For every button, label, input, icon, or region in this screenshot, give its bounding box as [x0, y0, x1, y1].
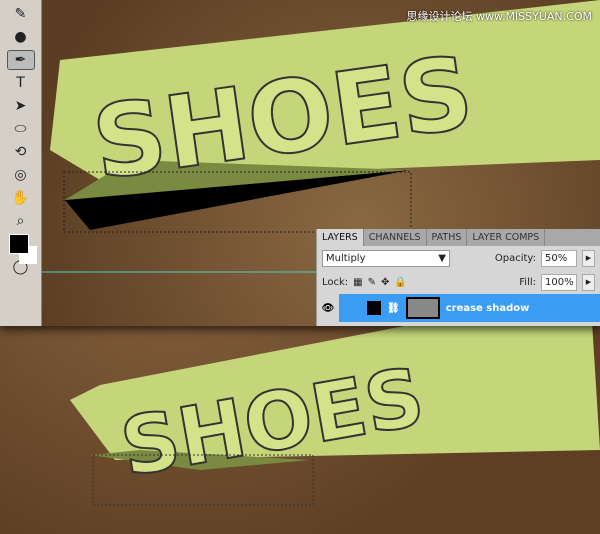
- type-tool-icon[interactable]: T: [7, 73, 35, 93]
- pen-tool-icon[interactable]: ✒: [6, 50, 35, 70]
- 3d-orbit-icon[interactable]: ◎: [7, 165, 35, 185]
- brush-tool-icon[interactable]: ✎: [7, 4, 35, 24]
- fill-slider-button[interactable]: ▶: [582, 273, 595, 291]
- lock-position-icon[interactable]: ✥: [381, 277, 389, 288]
- link-icon[interactable]: ⛓: [387, 303, 400, 314]
- chevron-down-icon: ▼: [438, 252, 446, 264]
- layer-name: crease shadow: [445, 302, 530, 314]
- burn-tool-icon[interactable]: ●: [7, 27, 35, 47]
- eye-icon[interactable]: 👁: [317, 294, 339, 322]
- blend-mode-select[interactable]: Multiply ▼: [322, 249, 450, 267]
- ellipse-tool-icon[interactable]: ⬭: [7, 119, 35, 139]
- layers-panel: LAYERS CHANNELS PATHS LAYER COMPS Multip…: [316, 229, 600, 326]
- 3d-rotate-icon[interactable]: ⟲: [7, 142, 35, 162]
- zoom-tool-icon[interactable]: ⌕: [7, 211, 35, 231]
- tab-layers[interactable]: LAYERS: [317, 229, 364, 246]
- opacity-slider-button[interactable]: ▶: [582, 249, 595, 267]
- tab-channels[interactable]: CHANNELS: [364, 229, 427, 246]
- lock-pixels-icon[interactable]: ✎: [368, 277, 376, 288]
- layer-mask-thumbnail[interactable]: [405, 297, 440, 319]
- watermark: 思缘设计论坛 www.MISSYUAN.COM: [406, 10, 592, 23]
- lock-label: Lock:: [322, 276, 349, 288]
- fill-input[interactable]: 100%: [541, 273, 577, 291]
- canvas-top: SHOES 思缘设计论坛 www.MISSYUAN.COM ✎ ● ✒ T ➤ ⬭ ⟲ ◎ ✋ ⌕…: [0, 0, 600, 326]
- path-selection-icon[interactable]: ➤: [7, 96, 35, 116]
- opacity-input[interactable]: 50%: [541, 249, 577, 267]
- hand-tool-icon[interactable]: ✋: [7, 188, 35, 208]
- lock-all-icon[interactable]: 🔒: [394, 277, 406, 288]
- blend-mode-value: Multiply: [326, 252, 366, 264]
- fill-label: Fill:: [519, 276, 536, 288]
- tab-layer-comps[interactable]: LAYER COMPS: [467, 229, 546, 246]
- color-swatches[interactable]: [7, 234, 37, 264]
- foreground-color[interactable]: [8, 234, 29, 254]
- layer-row[interactable]: 👁 ⛓ crease shadow: [317, 294, 600, 322]
- tools-palette: ✎ ● ✒ T ➤ ⬭ ⟲ ◎ ✋ ⌕ ◯: [0, 0, 42, 326]
- tab-paths[interactable]: PATHS: [427, 229, 468, 246]
- layer-thumbnail: [367, 301, 381, 315]
- lock-transparent-icon[interactable]: ▦: [353, 277, 362, 288]
- opacity-label: Opacity:: [494, 252, 536, 264]
